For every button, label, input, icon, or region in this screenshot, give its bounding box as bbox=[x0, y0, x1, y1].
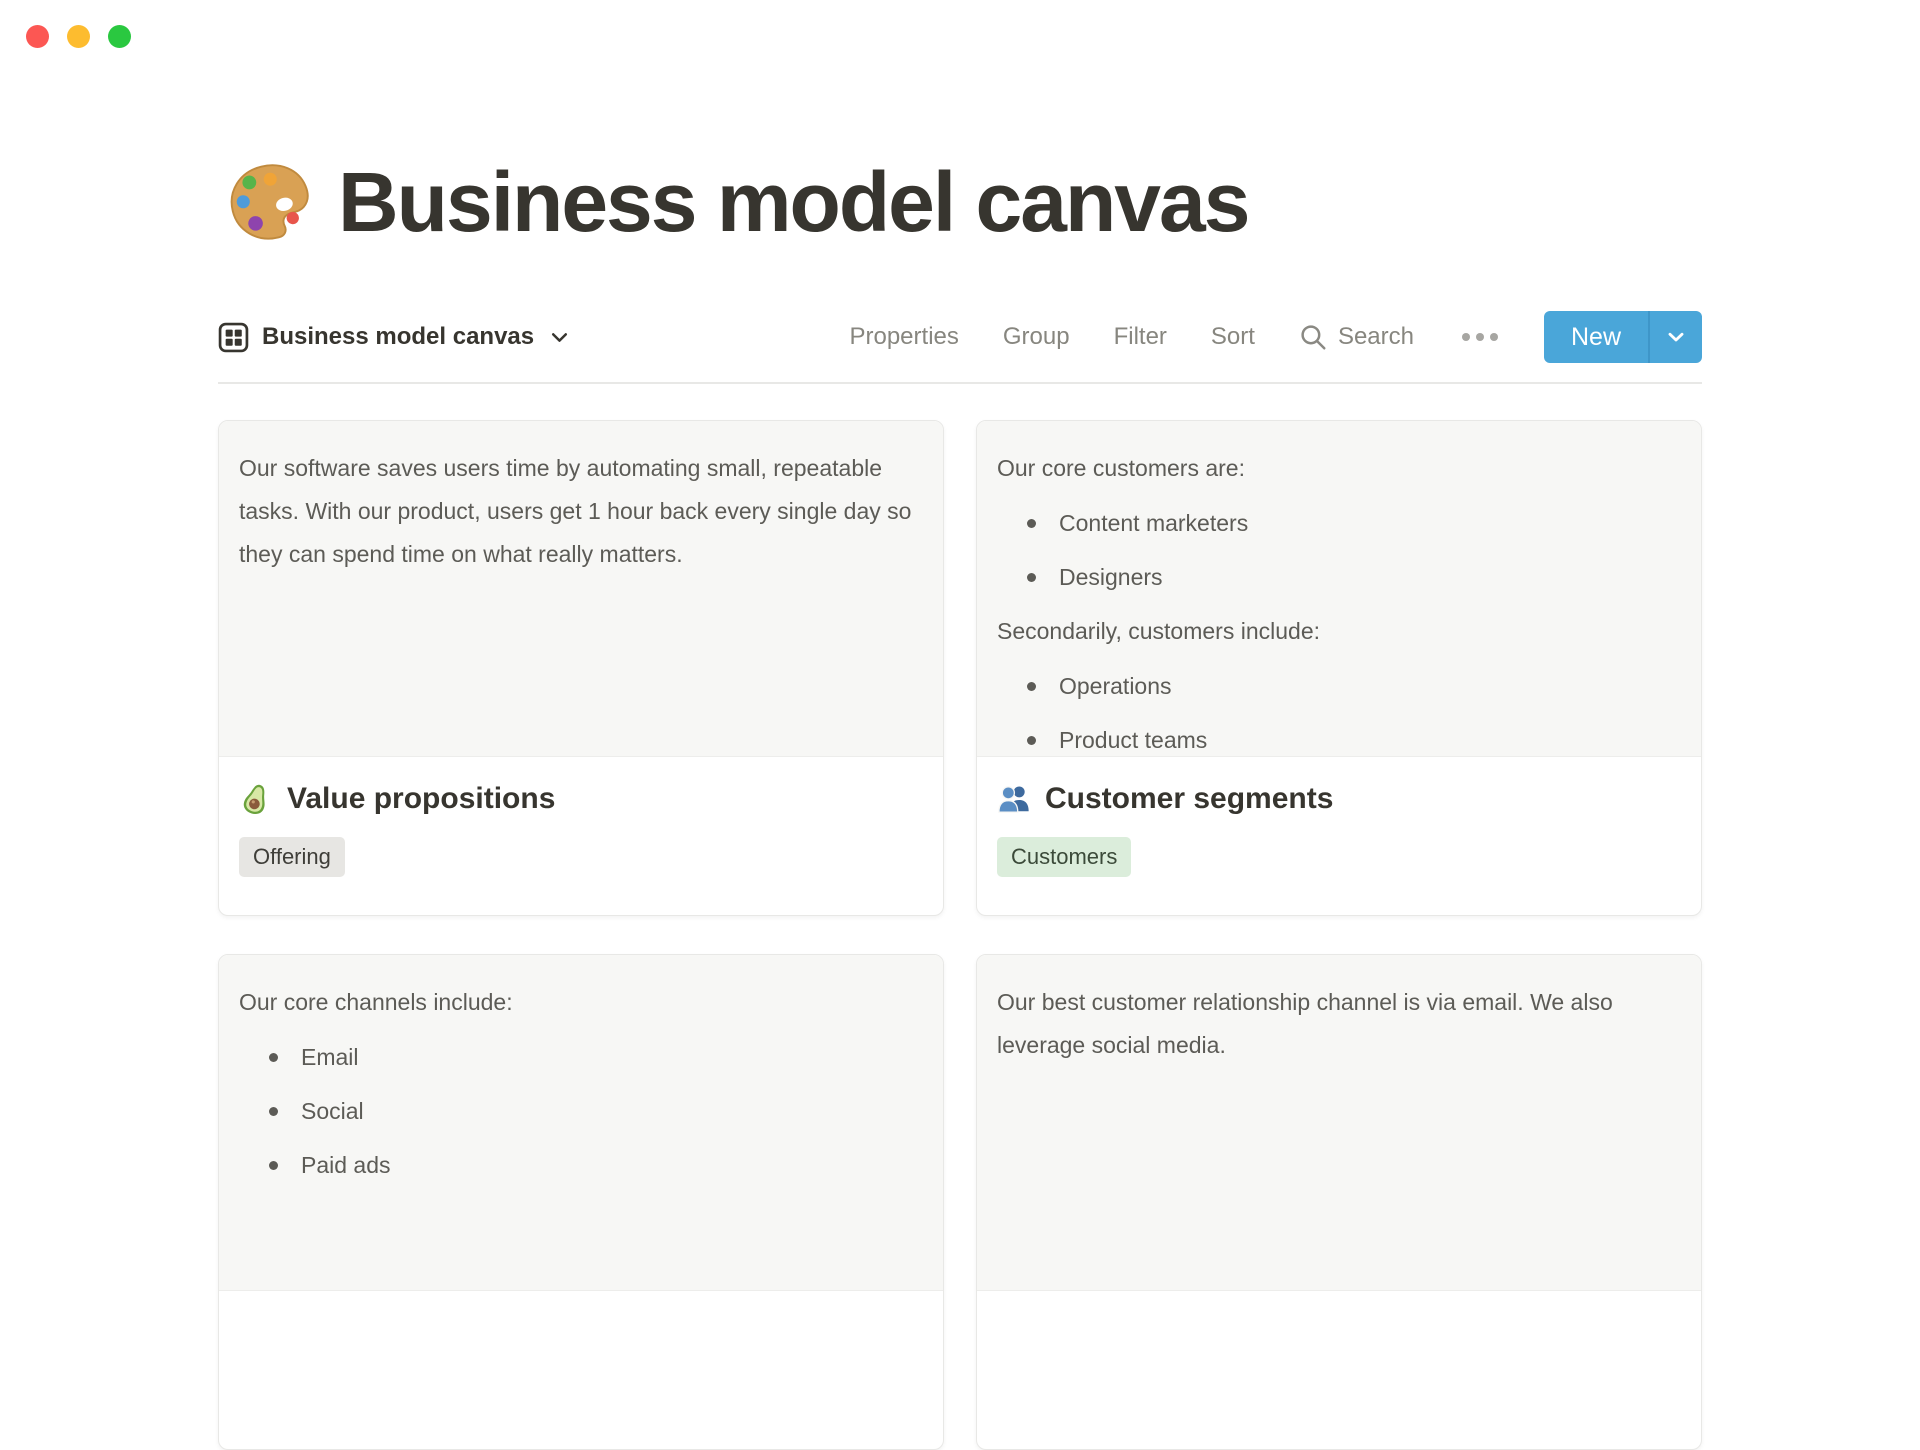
preview-paragraph: Our best customer relationship channel i… bbox=[997, 989, 1613, 1058]
window-controls bbox=[26, 25, 131, 48]
people-icon bbox=[998, 786, 1029, 813]
preview-paragraph: Secondarily, customers include: bbox=[997, 618, 1320, 644]
card-footer bbox=[977, 1291, 1701, 1339]
view-toolbar: Business model canvas Properties Group F… bbox=[218, 310, 1702, 364]
card-footer: Customer segments Customers bbox=[977, 757, 1701, 901]
preview-paragraph: Our software saves users time by automat… bbox=[239, 455, 912, 567]
card-tags: Offering bbox=[239, 837, 923, 877]
gallery-grid: Our software saves users time by automat… bbox=[218, 420, 1702, 1450]
view-switcher[interactable]: Business model canvas bbox=[218, 322, 570, 353]
card-title: Value propositions bbox=[287, 782, 556, 815]
minimize-window-button[interactable] bbox=[67, 25, 90, 48]
avocado-icon bbox=[243, 784, 265, 815]
chevron-down-icon bbox=[1668, 332, 1684, 342]
card-channels[interactable]: Our core channels include: Email Social … bbox=[218, 954, 944, 1450]
card-customer-relationships[interactable]: Our best customer relationship channel i… bbox=[976, 954, 1702, 1450]
card-preview: Our core customers are: Content marketer… bbox=[977, 421, 1701, 757]
chevron-down-icon bbox=[552, 332, 568, 342]
card-footer: Value propositions Offering bbox=[219, 757, 943, 901]
card-title-row: Customer segments bbox=[997, 781, 1681, 817]
toolbar-actions: Properties Group Filter Sort Search New bbox=[849, 311, 1702, 363]
page-title[interactable]: Business model canvas bbox=[338, 160, 1250, 244]
close-window-button[interactable] bbox=[26, 25, 49, 48]
zoom-window-button[interactable] bbox=[108, 25, 131, 48]
card-preview: Our core channels include: Email Social … bbox=[219, 955, 943, 1291]
card-customer-segments[interactable]: Our core customers are: Content marketer… bbox=[976, 420, 1702, 916]
card-title: Customer segments bbox=[1045, 782, 1334, 815]
card-footer bbox=[219, 1291, 943, 1339]
tag-offering: Offering bbox=[239, 837, 345, 877]
ellipsis-icon bbox=[1461, 333, 1470, 341]
card-title-row: Value propositions bbox=[239, 781, 923, 817]
tag-customers: Customers bbox=[997, 837, 1132, 877]
preview-bullet: Product teams bbox=[997, 719, 1681, 756]
preview-paragraph: Our core customers are: bbox=[997, 455, 1245, 481]
view-switcher-label: Business model canvas bbox=[262, 323, 535, 350]
card-preview: Our software saves users time by automat… bbox=[219, 421, 943, 757]
filter-button[interactable]: Filter bbox=[1114, 323, 1167, 351]
preview-bullet: Operations bbox=[997, 665, 1681, 708]
card-value-propositions[interactable]: Our software saves users time by automat… bbox=[218, 420, 944, 916]
preview-bullet: Email bbox=[239, 1036, 923, 1079]
palette-icon bbox=[230, 164, 309, 240]
card-preview: Our best customer relationship channel i… bbox=[977, 955, 1701, 1291]
new-button[interactable]: New bbox=[1544, 311, 1648, 363]
preview-bullet: Paid ads bbox=[239, 1144, 923, 1187]
sort-button[interactable]: Sort bbox=[1211, 323, 1255, 351]
preview-bullet: Content marketers bbox=[997, 502, 1681, 545]
search-button[interactable]: Search bbox=[1299, 323, 1414, 352]
new-dropdown-button[interactable] bbox=[1650, 311, 1702, 363]
group-button[interactable]: Group bbox=[1003, 323, 1070, 351]
preview-bullet: Social bbox=[239, 1090, 923, 1133]
page-title-row: Business model canvas bbox=[218, 156, 1702, 248]
search-label: Search bbox=[1337, 323, 1414, 350]
toolbar-divider bbox=[218, 382, 1702, 384]
more-options-button[interactable] bbox=[1458, 329, 1502, 345]
card-tags: Customers bbox=[997, 837, 1681, 877]
page-content: Business model canvas Business model can… bbox=[218, 0, 1702, 1450]
new-button-group: New bbox=[1543, 311, 1702, 363]
preview-bullet: Designers bbox=[997, 556, 1681, 599]
search-icon bbox=[1301, 324, 1326, 350]
gallery-view-icon bbox=[218, 322, 249, 352]
preview-paragraph: Our core channels include: bbox=[239, 989, 513, 1015]
properties-button[interactable]: Properties bbox=[849, 323, 958, 351]
